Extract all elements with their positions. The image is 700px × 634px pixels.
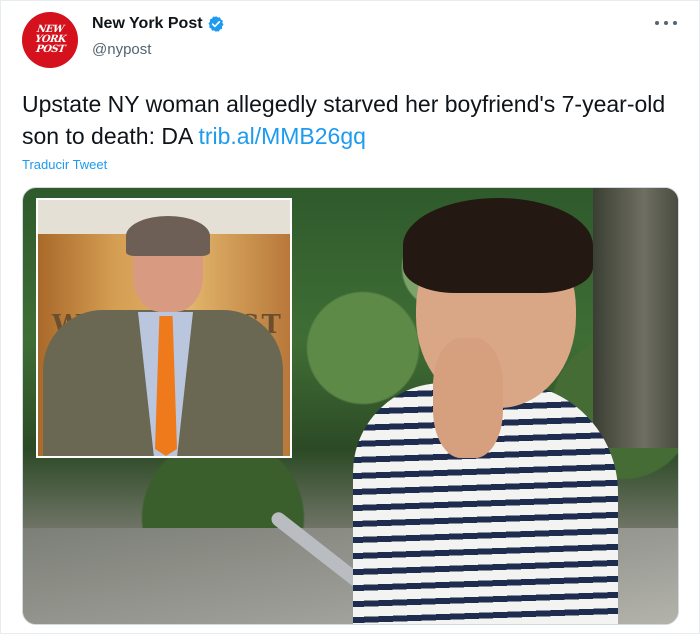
child-hand — [433, 338, 503, 458]
display-name[interactable]: New York Post — [92, 15, 203, 33]
tweet-text: Upstate NY woman allegedly starved her b… — [22, 88, 682, 152]
author-name-row[interactable]: New York Post — [92, 15, 225, 33]
handle[interactable]: @nypost — [92, 41, 151, 58]
inset-photo: WE UST — [36, 198, 292, 458]
translate-tweet-link[interactable]: Traducir Tweet — [22, 157, 107, 172]
avatar[interactable]: NEW YORK POST — [22, 12, 78, 68]
avatar-line-3: POST — [34, 44, 66, 55]
inset-person-hair — [126, 216, 210, 256]
tweet-media[interactable]: WE UST — [22, 187, 679, 625]
more-options-icon[interactable] — [655, 15, 677, 31]
more-dot — [673, 21, 677, 25]
more-dot — [664, 21, 668, 25]
tweet-link[interactable]: trib.al/MMB26gq — [198, 123, 365, 149]
more-dot — [655, 21, 659, 25]
tweet-card: NEW YORK POST New York Post @nypost Upst… — [0, 0, 700, 634]
verified-badge-icon — [208, 16, 224, 32]
child-hair — [403, 198, 593, 293]
tree-trunk — [593, 188, 678, 448]
